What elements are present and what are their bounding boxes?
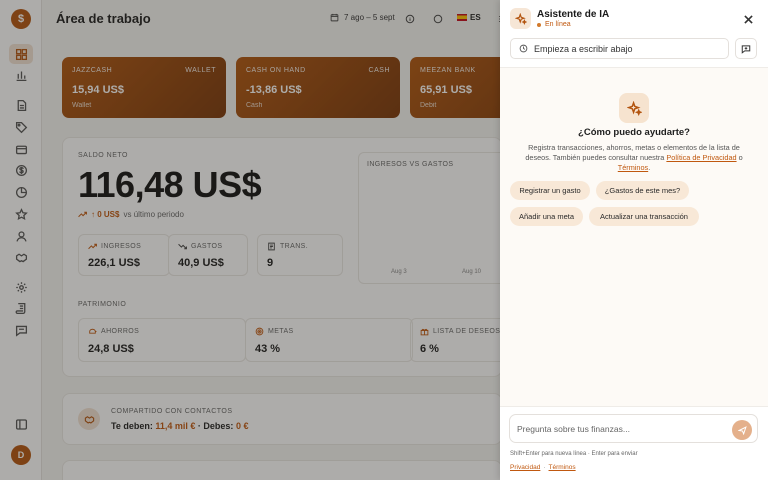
footer-links: Privacidad · Términos — [510, 464, 576, 471]
status-text: En línea — [545, 21, 571, 28]
suggestion-chip-update-transaction[interactable]: Actualizar una transacción — [589, 207, 699, 226]
sparkles-icon — [619, 93, 649, 123]
suggestion-chip-month-expenses[interactable]: ¿Gastos de este mes? — [596, 181, 689, 200]
chat-input[interactable] — [517, 421, 727, 437]
terms-link[interactable]: Términos — [618, 163, 648, 172]
divider — [500, 406, 768, 407]
history-label: Empieza a escribir abajo — [534, 43, 633, 54]
new-chat-button[interactable] — [735, 38, 757, 59]
input-hint: Shift+Enter para nueva línea · Enter par… — [510, 451, 638, 457]
modal-overlay[interactable] — [0, 0, 500, 480]
privacy-policy-link[interactable]: Política de Privacidad — [666, 153, 736, 162]
help-period: . — [648, 163, 651, 172]
conversation-history-button[interactable]: Empieza a escribir abajo — [510, 38, 729, 59]
help-title: ¿Cómo puedo ayudarte? — [578, 127, 690, 138]
footer-privacy-link[interactable]: Privacidad — [510, 464, 540, 471]
history-icon — [519, 44, 528, 53]
footer-separator: · — [543, 464, 546, 471]
suggestion-chip-log-expense[interactable]: Registrar un gasto — [510, 181, 590, 200]
send-button[interactable] — [732, 420, 752, 440]
footer-terms-link[interactable]: Términos — [549, 464, 576, 471]
online-dot-icon — [537, 22, 541, 27]
help-description: Registra transacciones, ahorros, metas o… — [516, 143, 752, 173]
send-icon — [737, 425, 747, 435]
suggestion-chip-add-goal[interactable]: Añadir una meta — [510, 207, 583, 226]
close-icon — [743, 14, 753, 24]
chat-input-box — [509, 414, 758, 443]
close-button[interactable] — [742, 13, 754, 25]
new-chat-icon — [741, 44, 751, 54]
ai-assistant-panel: Asistente de IA En línea Empieza a escri… — [500, 0, 768, 480]
sparkles-icon — [510, 8, 531, 29]
assistant-empty-state: ¿Cómo puedo ayudarte? Registra transacci… — [500, 68, 768, 406]
help-or: o — [738, 153, 743, 162]
assistant-status: En línea — [537, 21, 571, 28]
assistant-title: Asistente de IA — [537, 9, 610, 20]
